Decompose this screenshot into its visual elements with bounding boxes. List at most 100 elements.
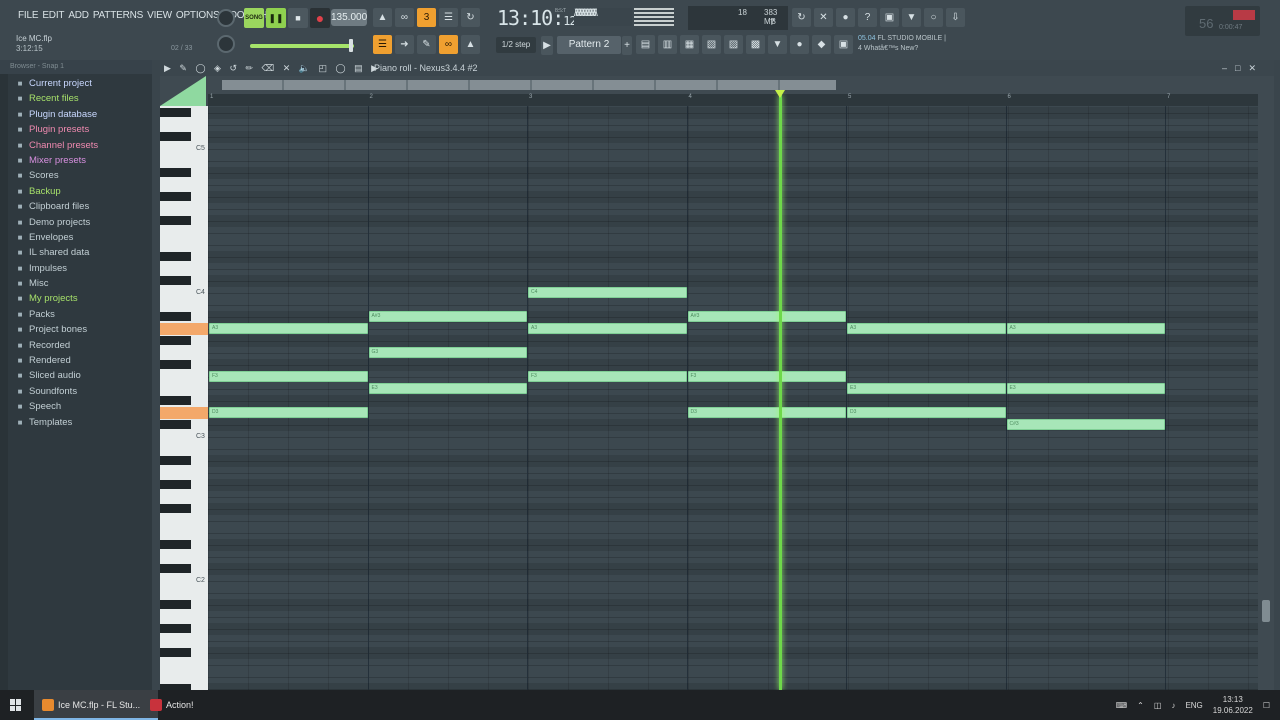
black-key[interactable]	[160, 648, 191, 657]
note-a3[interactable]: A3	[528, 323, 687, 334]
save-icon[interactable]: ▣	[880, 8, 899, 27]
playhead[interactable]	[779, 95, 782, 690]
windows-start-icon[interactable]	[10, 699, 22, 711]
note-a3[interactable]: A3	[847, 323, 1006, 334]
browser-item-plugin-presets[interactable]: ■ Plugin presets	[16, 122, 98, 137]
link-icon[interactable]: ∞	[439, 35, 458, 54]
note-grid[interactable]: C4 A#3 A#3 A3 A3 A3 A3 G3 F3 F3 F3 E3 E3 E3 D3 D3 D3 C#3	[208, 106, 1258, 690]
taskbar-item[interactable]: Action!	[142, 690, 226, 720]
plugin-icon[interactable]: ▼	[902, 8, 921, 27]
vertical-scrollbar[interactable]	[1258, 106, 1274, 690]
black-key[interactable]	[160, 276, 191, 285]
browser-item-packs[interactable]: ■ Packs	[16, 307, 98, 322]
chat-icon[interactable]: ○	[924, 8, 943, 27]
menu-file[interactable]: FILE	[16, 10, 40, 21]
playhead-marker[interactable]	[775, 90, 785, 98]
master-volume-slider[interactable]	[250, 44, 354, 48]
browser-item-misc[interactable]: ■ Misc	[16, 276, 98, 291]
news-panel[interactable]: 05.04 FL STUDIO MOBILE | 4 Whatâ€™s New?	[858, 34, 946, 54]
browser-item-templates[interactable]: ■ Templates	[16, 415, 98, 430]
black-key[interactable]	[160, 420, 191, 429]
tools-icon[interactable]: ✕	[814, 8, 833, 27]
keyboard-icon[interactable]: ⌨	[1116, 701, 1128, 710]
record-icon[interactable]: ●	[310, 8, 330, 28]
black-key[interactable]	[160, 504, 191, 513]
browser-item-sliced-audio[interactable]: ■ Sliced audio	[16, 368, 98, 383]
black-key[interactable]	[160, 480, 191, 489]
note-e3[interactable]: E3	[1006, 383, 1165, 394]
black-key[interactable]	[160, 360, 191, 369]
stop-icon[interactable]: ■	[288, 8, 308, 28]
song-position-clock[interactable]: 13:10:12 B:S:T	[497, 6, 577, 30]
browser-item-plugin-database[interactable]: ■ Plugin database	[16, 107, 98, 122]
menu-options[interactable]: OPTIONS	[174, 10, 222, 21]
note-d3[interactable]: D3	[847, 407, 1006, 418]
bar-ruler[interactable]: 1 2 3 4 5 6 7	[208, 94, 1258, 106]
browser-item-my-projects[interactable]: ■ My projects	[16, 291, 98, 306]
black-key[interactable]	[160, 216, 191, 225]
browser-item-il-shared-data[interactable]: ■ IL shared data	[16, 245, 98, 260]
window-controls[interactable]: –□✕	[1222, 60, 1264, 76]
download-icon[interactable]: ⇩	[946, 8, 965, 27]
piano-roll-overview[interactable]: 1 2 3 4 5 6 7	[160, 76, 1274, 106]
tempo-display[interactable]: 135.000	[331, 9, 367, 26]
browser-icon[interactable]: ▨	[724, 35, 743, 54]
highlighted-key[interactable]	[160, 407, 208, 419]
browser-item-rendered[interactable]: ■ Rendered	[16, 353, 98, 368]
main-volume-knob[interactable]	[217, 9, 235, 27]
black-key[interactable]	[160, 168, 191, 177]
loop-record-icon[interactable]: ↻	[461, 8, 480, 27]
browser-item-recorded[interactable]: ■ Recorded	[16, 338, 98, 353]
help-icon[interactable]: ?	[858, 8, 877, 27]
refresh-icon[interactable]: ↻	[792, 8, 811, 27]
browser-item-channel-presets[interactable]: ■ Channel presets	[16, 138, 99, 153]
browser-item-speech[interactable]: ■ Speech	[16, 399, 98, 414]
browser-item-demo-projects[interactable]: ■ Demo projects	[16, 215, 98, 230]
arrow-icon[interactable]: ➜	[395, 35, 414, 54]
black-key[interactable]	[160, 600, 191, 609]
note-a3[interactable]: A3	[209, 323, 368, 334]
menu-add[interactable]: ADD	[66, 10, 91, 21]
network-icon[interactable]: ◫	[1154, 701, 1162, 710]
pattern-add-icon[interactable]: +	[622, 36, 632, 55]
song-mode-toggle[interactable]: SONG	[244, 8, 264, 28]
note-f3[interactable]: F3	[209, 371, 368, 382]
piano-roll-icon[interactable]: ▥	[658, 35, 677, 54]
browser-item-mixer-presets[interactable]: ■ Mixer presets	[16, 153, 98, 168]
tray-clock[interactable]: 13:13 19.06.2022	[1213, 694, 1253, 716]
cart-icon[interactable]: ▣	[834, 35, 853, 54]
plugin-picker-icon[interactable]: ▩	[746, 35, 765, 54]
note-e3[interactable]: E3	[847, 383, 1006, 394]
black-key[interactable]	[160, 624, 191, 633]
main-pitch-knob[interactable]	[217, 35, 235, 53]
vertical-scroll-thumb[interactable]	[1262, 600, 1270, 622]
browser-item-current-project[interactable]: ■ Current project	[16, 76, 98, 91]
browser-item-recent-files[interactable]: ■ Recent files	[16, 91, 98, 106]
mixer-icon[interactable]: ▧	[702, 35, 721, 54]
black-key[interactable]	[160, 540, 191, 549]
note-f3[interactable]: F3	[528, 371, 687, 382]
note-e3[interactable]: E3	[368, 383, 527, 394]
black-key[interactable]	[160, 108, 191, 117]
typing-keyboard-icon[interactable]: ☰	[373, 35, 392, 54]
black-key[interactable]	[160, 564, 191, 573]
browser-item-backup[interactable]: ■ Backup	[16, 184, 98, 199]
note-as3[interactable]: A#3	[368, 311, 527, 322]
browser-scrollbar[interactable]	[0, 74, 8, 690]
black-key[interactable]	[160, 456, 191, 465]
time-scrollbar[interactable]	[222, 80, 836, 90]
menu-edit[interactable]: EDIT	[40, 10, 66, 21]
browser-item-scores[interactable]: ■ Scores	[16, 168, 98, 183]
pause-icon[interactable]: ❚❚	[266, 8, 286, 28]
playlist-icon[interactable]: ▤	[636, 35, 655, 54]
note-d3[interactable]: D3	[687, 407, 846, 418]
channel-rack-icon[interactable]: ▦	[680, 35, 699, 54]
menu-patterns[interactable]: PATTERNS	[91, 10, 145, 21]
piano-keyboard[interactable]: C5 C4 C3 C2	[160, 106, 208, 693]
browser-item-project-bones[interactable]: ■ Project bones	[16, 322, 98, 337]
snap-select[interactable]: 1/2 step	[496, 37, 536, 53]
taskbar-item[interactable]: Ice MC.flp - FL Stu...	[34, 690, 158, 720]
pattern-selector[interactable]: Pattern 2	[557, 36, 621, 54]
language-indicator[interactable]: ENG	[1185, 701, 1202, 710]
note-c4[interactable]: C4	[528, 287, 687, 298]
